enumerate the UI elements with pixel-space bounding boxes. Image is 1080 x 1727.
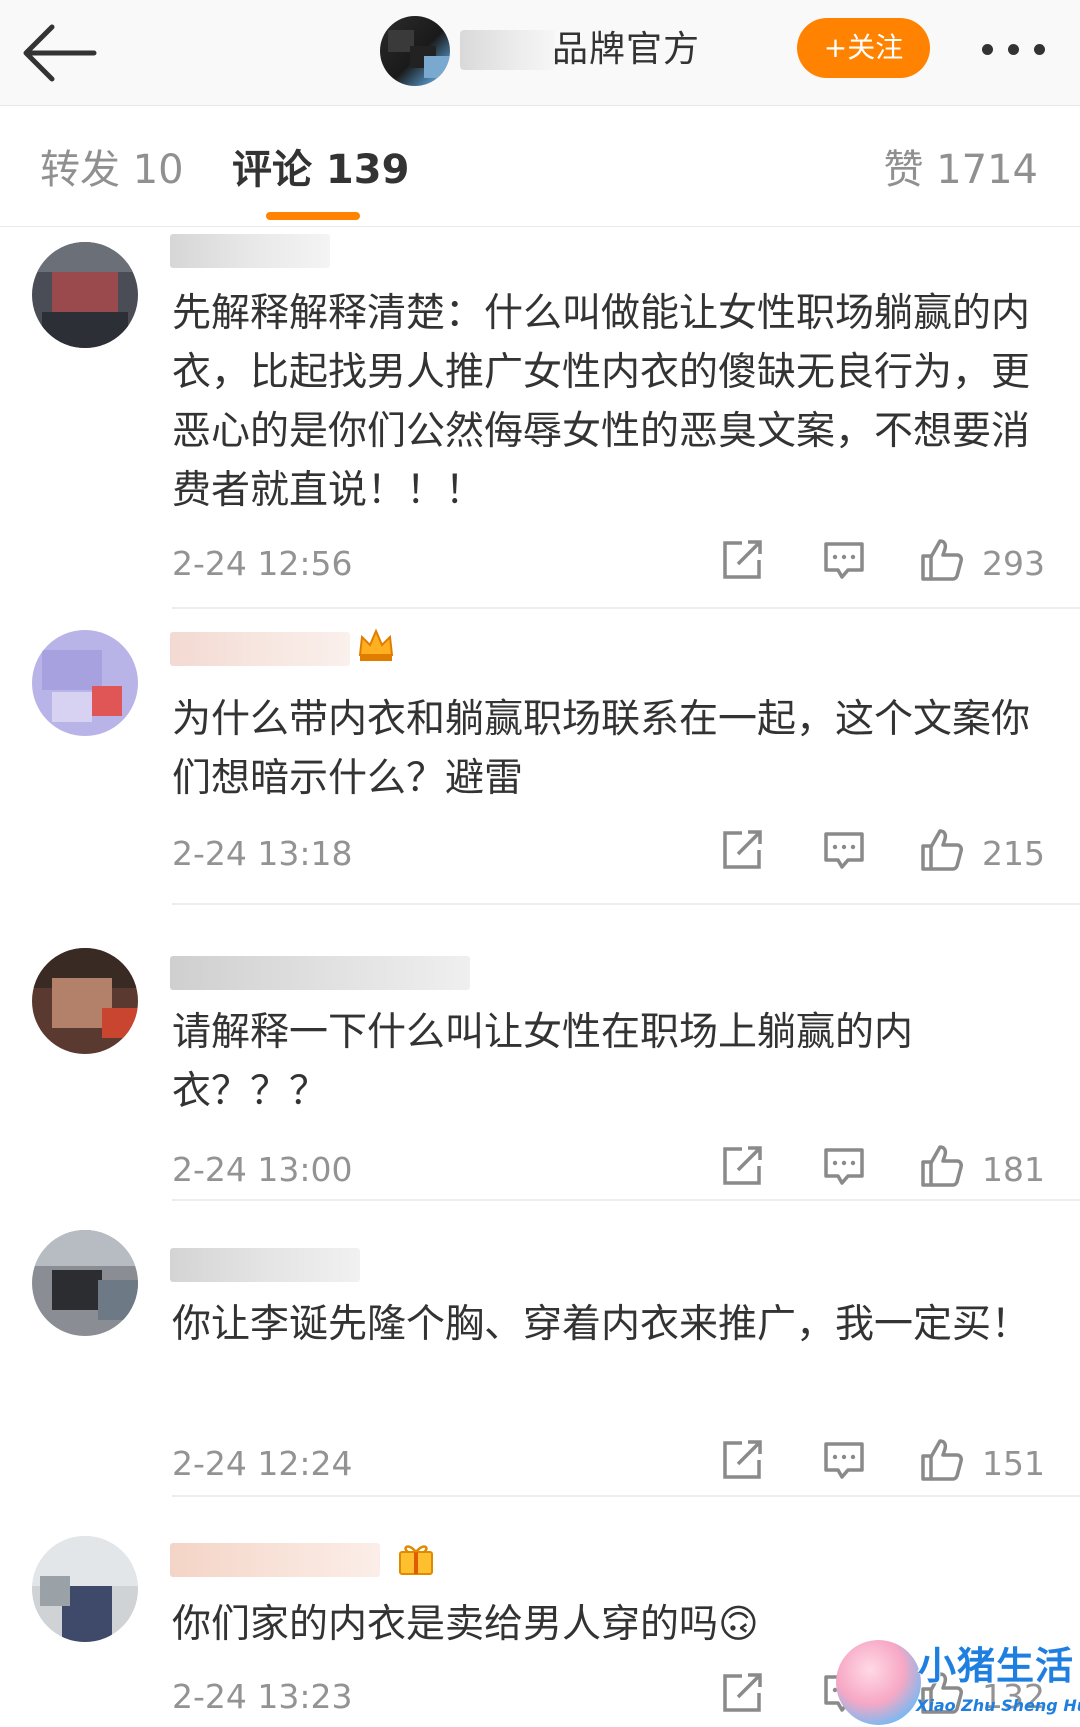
user-avatar[interactable]	[32, 948, 138, 1054]
comment-text: 先解释解释清楚：什么叫做能让女性职场躺赢的内衣，比起找男人推广女性内衣的傻缺无良…	[172, 291, 1031, 513]
like-count: 181	[982, 1150, 1045, 1189]
thumbs-up-icon	[921, 829, 963, 871]
like-button[interactable]: 293	[920, 538, 1050, 588]
tab-bar: 转发 10 评论 139 赞 1714	[0, 107, 1080, 227]
reply-button[interactable]	[822, 538, 866, 588]
follow-button[interactable]: +关注	[797, 18, 930, 78]
share-icon	[723, 540, 762, 579]
comment-text: 请解释一下什么叫让女性在职场上躺赢的内衣？？？	[172, 1010, 914, 1114]
like-count: 151	[982, 1444, 1045, 1483]
like-button[interactable]: 215	[920, 828, 1050, 878]
share-icon	[723, 1440, 762, 1479]
pig-mascot-icon	[836, 1640, 921, 1725]
username-blurred[interactable]	[170, 1248, 360, 1282]
divider	[172, 607, 1080, 609]
watermark-subtitle: Xiao Zhu Sheng Huo	[916, 1696, 1080, 1715]
account-name[interactable]: 品牌官方	[552, 24, 700, 76]
user-avatar[interactable]	[32, 1536, 138, 1642]
comment-item: 你让李诞先隆个胸、穿着内衣来推广，我一定买！ 2-24 12:24 151	[0, 1202, 1080, 1492]
like-button[interactable]: 151	[920, 1438, 1050, 1488]
crown-badge-icon	[358, 628, 394, 661]
comment-item: 先解释解释清楚：什么叫做能让女性职场躺赢的内衣，比起找男人推广女性内衣的傻缺无良…	[0, 228, 1080, 608]
comment-bubble-icon	[824, 1442, 864, 1479]
comment-bubble-icon	[824, 832, 864, 869]
reply-button[interactable]	[822, 1438, 866, 1488]
account-name-blur	[460, 30, 555, 70]
comment-time: 2-24 13:00	[172, 1150, 353, 1189]
arrow-left-icon	[23, 24, 97, 82]
user-avatar[interactable]	[32, 630, 138, 736]
comment-item: 为什么带内衣和躺赢职场联系在一起，这个文案你们想暗示什么？避雷 2-24 13:…	[0, 610, 1080, 900]
share-button[interactable]	[720, 538, 764, 588]
share-button[interactable]	[720, 1671, 764, 1721]
watermark-title: 小猪生活	[918, 1644, 1075, 1688]
username-blurred[interactable]	[170, 956, 470, 990]
back-button[interactable]	[22, 18, 102, 88]
watermark: 小猪生活 Xiao Zhu Sheng Huo	[836, 1640, 1080, 1727]
comment-bubble-icon	[824, 1148, 864, 1185]
tab-reposts[interactable]: 转发 10	[40, 145, 184, 195]
comment-meta: 2-24 13:00 181	[172, 1144, 1052, 1194]
top-nav-bar: 品牌官方 +关注	[0, 0, 1080, 106]
thumbs-up-icon	[921, 1439, 963, 1481]
username-blurred[interactable]	[170, 234, 330, 268]
username-blurred[interactable]	[170, 1543, 380, 1577]
comment-bubble-icon	[824, 542, 864, 579]
active-tab-indicator	[266, 212, 360, 220]
thumbs-up-icon	[921, 539, 963, 581]
divider	[172, 1199, 1080, 1201]
thumbs-up-icon	[921, 1145, 963, 1187]
like-count: 215	[982, 834, 1045, 873]
account-avatar[interactable]	[380, 16, 450, 86]
divider	[172, 1495, 1080, 1497]
comment-item: 请解释一下什么叫让女性在职场上躺赢的内衣？？？ 2-24 13:00 181	[0, 906, 1080, 1196]
user-avatar[interactable]	[32, 1230, 138, 1336]
comment-time: 2-24 13:23	[172, 1677, 353, 1716]
comment-time: 2-24 12:24	[172, 1444, 353, 1483]
comment-text: 你让李诞先隆个胸、穿着内衣来推广，我一定买！	[172, 1302, 1031, 1347]
share-button[interactable]	[720, 828, 764, 878]
comment-meta: 2-24 13:18 215	[172, 828, 1052, 878]
reply-button[interactable]	[822, 828, 866, 878]
gift-badge-icon	[399, 1545, 433, 1575]
like-button[interactable]: 181	[920, 1144, 1050, 1194]
comment-time: 2-24 13:18	[172, 834, 353, 873]
share-button[interactable]	[720, 1144, 764, 1194]
share-button[interactable]	[720, 1438, 764, 1488]
share-icon	[723, 1673, 762, 1712]
comment-meta: 2-24 12:24 151	[172, 1438, 1052, 1488]
comment-text: 为什么带内衣和躺赢职场联系在一起，这个文案你们想暗示什么？避雷	[172, 697, 1031, 801]
share-icon	[723, 1146, 762, 1185]
more-options-button[interactable]	[980, 30, 1060, 70]
username-blurred[interactable]	[170, 632, 350, 666]
tab-likes[interactable]: 赞 1714	[883, 145, 1038, 195]
user-avatar[interactable]	[32, 242, 138, 348]
divider	[172, 903, 1080, 905]
comment-time: 2-24 12:56	[172, 544, 353, 583]
comment-meta: 2-24 12:56 293	[172, 538, 1052, 588]
tab-comments[interactable]: 评论 139	[232, 145, 409, 195]
like-count: 293	[982, 544, 1045, 583]
reply-button[interactable]	[822, 1144, 866, 1194]
share-icon	[723, 830, 762, 869]
